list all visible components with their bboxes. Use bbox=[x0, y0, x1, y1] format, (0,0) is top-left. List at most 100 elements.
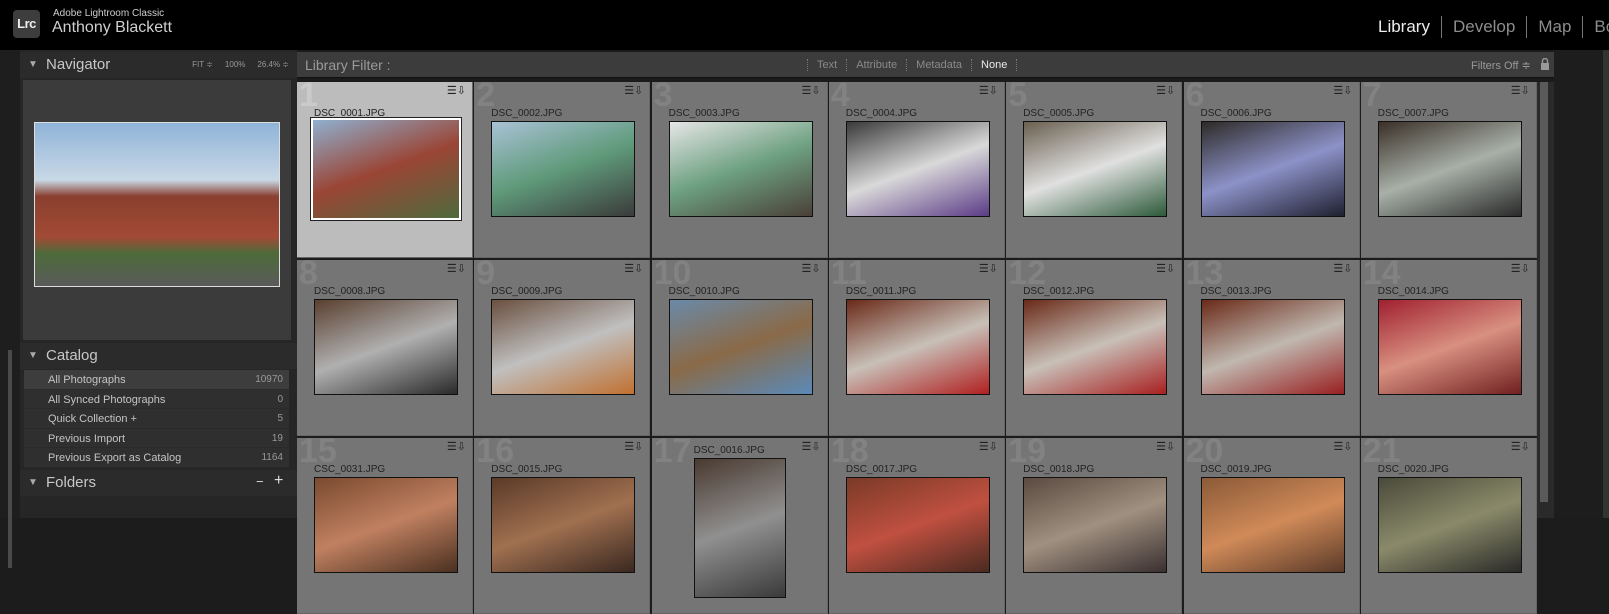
thumbnail-cell[interactable]: 13 ☰⇩ DSC_0013.JPG bbox=[1183, 260, 1360, 436]
photo-thumbnail[interactable] bbox=[1023, 121, 1168, 217]
thumbnail-cell[interactable]: 5 ☰⇩ DSC_0005.JPG bbox=[1006, 82, 1183, 258]
metadata-badge-icon[interactable]: ☰⇩ bbox=[1156, 440, 1175, 453]
remove-folder-icon[interactable]: − bbox=[256, 474, 264, 489]
module-library[interactable]: Library bbox=[1378, 16, 1441, 38]
module-develop[interactable]: Develop bbox=[1440, 16, 1526, 38]
add-folder-icon[interactable]: + bbox=[274, 472, 283, 490]
catalog-item-all-synced[interactable]: All Synced Photographs 0 bbox=[24, 390, 289, 410]
filter-tab-none[interactable]: None bbox=[971, 59, 1018, 71]
metadata-badge-icon[interactable]: ☰⇩ bbox=[979, 440, 998, 453]
thumbnail-cell[interactable]: 18 ☰⇩ DSC_0017.JPG bbox=[828, 438, 1005, 614]
photo-thumbnail[interactable] bbox=[845, 477, 990, 573]
photo-thumbnail[interactable] bbox=[314, 477, 458, 573]
photo-thumbnail[interactable] bbox=[491, 299, 636, 395]
metadata-badge-icon[interactable]: ☰⇩ bbox=[1511, 440, 1530, 453]
photo-thumbnail[interactable] bbox=[1023, 477, 1168, 573]
photo-thumbnail[interactable] bbox=[1200, 477, 1345, 573]
photo-thumbnail[interactable] bbox=[1377, 121, 1522, 217]
filter-tab-text[interactable]: Text bbox=[807, 59, 846, 71]
photo-thumbnail[interactable] bbox=[845, 299, 990, 395]
metadata-badge-icon[interactable]: ☰⇩ bbox=[979, 262, 998, 275]
left-panel-scrollbar[interactable] bbox=[8, 350, 12, 568]
lock-icon[interactable] bbox=[1540, 58, 1550, 70]
thumbnail-cell[interactable]: 2 ☰⇩ DSC_0002.JPG bbox=[474, 82, 651, 258]
module-map[interactable]: Map bbox=[1526, 16, 1582, 38]
cell-filename: DSC_0015.JPG bbox=[491, 464, 563, 475]
metadata-badge-icon[interactable]: ☰⇩ bbox=[802, 440, 821, 453]
photo-thumbnail[interactable] bbox=[310, 117, 462, 221]
thumbnail-cell[interactable]: 16 ☰⇩ DSC_0015.JPG bbox=[474, 438, 651, 614]
thumbnail-cell[interactable]: 19 ☰⇩ DSC_0018.JPG bbox=[1006, 438, 1183, 614]
zoom-custom-option[interactable]: 26.4% ≑ bbox=[257, 60, 289, 69]
photo-thumbnail[interactable] bbox=[1377, 477, 1522, 573]
thumbnail-cell[interactable]: 15 ☰⇩ CSC_0031.JPG bbox=[297, 438, 473, 614]
photo-thumbnail[interactable] bbox=[693, 458, 786, 598]
photo-thumbnail[interactable] bbox=[1200, 121, 1345, 217]
library-grid-area: Library Filter : Text Attribute Metadata… bbox=[297, 50, 1554, 614]
thumbnail-cell[interactable]: 10 ☰⇩ DSC_0010.JPG bbox=[651, 260, 828, 436]
metadata-badge-icon[interactable]: ☰⇩ bbox=[1333, 262, 1352, 275]
thumbnail-cell[interactable]: 8 ☰⇩ DSC_0008.JPG bbox=[297, 260, 473, 436]
photo-thumbnail[interactable] bbox=[1023, 299, 1168, 395]
metadata-badge-icon[interactable]: ☰⇩ bbox=[802, 84, 821, 97]
thumbnail-cell[interactable]: 12 ☰⇩ DSC_0012.JPG bbox=[1006, 260, 1183, 436]
cell-filename: DSC_0020.JPG bbox=[1377, 464, 1449, 475]
right-panel-collapse-bar[interactable] bbox=[1603, 50, 1609, 518]
navigator-header[interactable]: ▼ Navigator FIT ≑ 100% 26.4% ≑ bbox=[20, 52, 297, 78]
catalog-item-previous-export[interactable]: Previous Export as Catalog 1164 bbox=[24, 448, 289, 468]
thumbnail-cell[interactable]: 17 ☰⇩ DSC_0016.JPG bbox=[651, 438, 828, 614]
thumbnail-cell[interactable]: 14 ☰⇩ DSC_0014.JPG bbox=[1360, 260, 1537, 436]
photo-thumbnail[interactable] bbox=[668, 299, 813, 395]
metadata-badge-icon[interactable]: ☰⇩ bbox=[624, 262, 643, 275]
filter-tab-metadata[interactable]: Metadata bbox=[906, 59, 971, 71]
folders-header[interactable]: ▼ Folders − + bbox=[20, 470, 297, 496]
zoom-100-option[interactable]: 100% bbox=[225, 60, 245, 69]
metadata-badge-icon[interactable]: ☰⇩ bbox=[1511, 84, 1530, 97]
photo-thumbnail[interactable] bbox=[314, 299, 458, 395]
metadata-badge-icon[interactable]: ☰⇩ bbox=[1156, 262, 1175, 275]
metadata-badge-icon[interactable]: ☰⇩ bbox=[1156, 84, 1175, 97]
grid-scrollbar[interactable] bbox=[1537, 82, 1554, 518]
metadata-badge-icon[interactable]: ☰⇩ bbox=[1333, 84, 1352, 97]
thumbnail-cell[interactable]: 9 ☰⇩ DSC_0009.JPG bbox=[474, 260, 651, 436]
catalog-header[interactable]: ▼ Catalog bbox=[20, 343, 297, 369]
metadata-badge-icon[interactable]: ☰⇩ bbox=[1511, 262, 1530, 275]
filter-tab-attribute[interactable]: Attribute bbox=[846, 59, 906, 71]
thumbnail-cell[interactable]: 11 ☰⇩ DSC_0011.JPG bbox=[828, 260, 1005, 436]
photo-thumbnail[interactable] bbox=[491, 121, 636, 217]
collapse-triangle-icon[interactable]: ▼ bbox=[28, 350, 38, 361]
zoom-fit-option[interactable]: FIT ≑ bbox=[192, 60, 213, 69]
navigator-preview-image[interactable] bbox=[34, 122, 280, 287]
photo-thumbnail[interactable] bbox=[668, 121, 813, 217]
catalog-item-label: Quick Collection + bbox=[48, 413, 137, 426]
metadata-badge-icon[interactable]: ☰⇩ bbox=[447, 262, 466, 275]
metadata-badge-icon[interactable]: ☰⇩ bbox=[624, 440, 643, 453]
metadata-badge-icon[interactable]: ☰⇩ bbox=[1333, 440, 1352, 453]
collapse-triangle-icon[interactable]: ▼ bbox=[28, 59, 38, 70]
catalog-item-quick-collection[interactable]: Quick Collection + 5 bbox=[24, 409, 289, 429]
photo-thumbnail[interactable] bbox=[491, 477, 636, 573]
photo-thumbnail[interactable] bbox=[1377, 299, 1522, 395]
metadata-badge-icon[interactable]: ☰⇩ bbox=[624, 84, 643, 97]
filter-presets-dropdown[interactable]: Filters Off ≑ bbox=[1471, 59, 1531, 72]
catalog-item-label: Previous Export as Catalog bbox=[48, 452, 182, 465]
metadata-badge-icon[interactable]: ☰⇩ bbox=[447, 440, 466, 453]
thumbnail-cell[interactable]: 7 ☰⇩ DSC_0007.JPG bbox=[1360, 82, 1537, 258]
module-book[interactable]: Bo bbox=[1582, 16, 1609, 38]
photo-thumbnail[interactable] bbox=[1200, 299, 1345, 395]
catalog-item-all-photographs[interactable]: All Photographs 10970 bbox=[24, 370, 289, 390]
metadata-badge-icon[interactable]: ☰⇩ bbox=[802, 262, 821, 275]
metadata-badge-icon[interactable]: ☰⇩ bbox=[979, 84, 998, 97]
grid-scrollbar-thumb[interactable] bbox=[1540, 82, 1548, 502]
thumbnail-cell[interactable]: 6 ☰⇩ DSC_0006.JPG bbox=[1183, 82, 1360, 258]
thumbnail-cell[interactable]: 20 ☰⇩ DSC_0019.JPG bbox=[1183, 438, 1360, 614]
metadata-badge-icon[interactable]: ☰⇩ bbox=[447, 84, 466, 97]
thumbnail-cell[interactable]: 4 ☰⇩ DSC_0004.JPG bbox=[828, 82, 1005, 258]
cell-filename: DSC_0013.JPG bbox=[1200, 286, 1272, 297]
collapse-triangle-icon[interactable]: ▼ bbox=[28, 477, 38, 488]
thumbnail-cell[interactable]: 3 ☰⇩ DSC_0003.JPG bbox=[651, 82, 828, 258]
catalog-item-previous-import[interactable]: Previous Import 19 bbox=[24, 429, 289, 449]
thumbnail-cell[interactable]: 1 ☰⇩ DSC_0001.JPG bbox=[297, 82, 473, 258]
photo-thumbnail[interactable] bbox=[845, 121, 990, 217]
thumbnail-cell[interactable]: 21 ☰⇩ DSC_0020.JPG bbox=[1360, 438, 1537, 614]
